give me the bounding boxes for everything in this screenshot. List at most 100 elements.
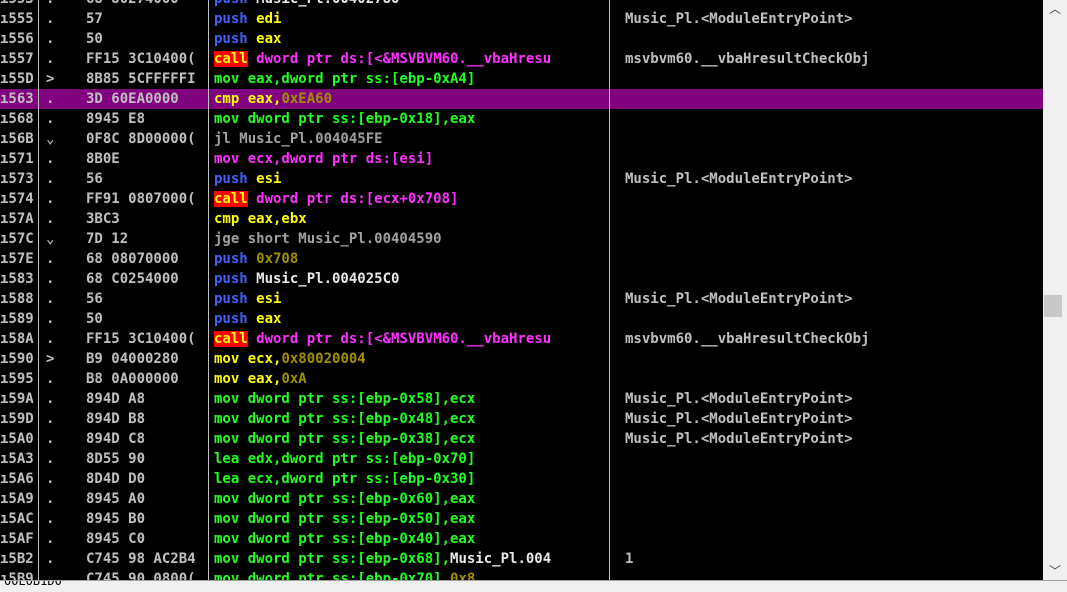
- instruction-row[interactable]: ı56B ⌄ 0F8C 8D00000(jl Music_Pl.004045FE: [0, 129, 1043, 149]
- column-divider: [609, 0, 610, 580]
- instruction-cell: mov dword ptr ss:[ebp-0x60],eax: [214, 489, 608, 509]
- instruction-cell: mov eax,0xA: [214, 369, 608, 389]
- scrollbar-thumb[interactable]: [1044, 295, 1062, 317]
- comment-cell: [625, 509, 1035, 529]
- instruction-cell: call dword ptr ds:[<&MSVBVM60.__vbaHresu: [214, 329, 608, 349]
- instruction-token: eax: [247, 31, 282, 47]
- address-cell: ı557: [0, 51, 34, 67]
- scroll-down-icon[interactable]: ﹀: [1043, 562, 1067, 580]
- instruction-row[interactable]: ı571. 8B0E mov ecx,dword ptr ds:[esi]: [0, 149, 1043, 169]
- instruction-row[interactable]: ı573. 56 push esi Music_Pl.<ModuleEntryPoin…: [0, 169, 1043, 189]
- opcode-bytes-cell: 68 C0254000: [86, 271, 179, 287]
- comment-cell: [625, 109, 1035, 129]
- instruction-row[interactable]: ı5A0. 894D C8 mov dword ptr ss:[ebp-0x38],…: [0, 429, 1043, 449]
- comment-cell: Music_Pl.<ModuleEntryPoint>: [625, 391, 853, 407]
- instruction-row[interactable]: ı55D >8B85 5CFFFFFI mov eax,dword ptr ss:[…: [0, 69, 1043, 89]
- address-cell: ı5A3: [0, 451, 34, 467]
- jump-marker: .: [46, 451, 55, 467]
- instruction-row[interactable]: ı595. B8 0A000000 mov eax,0xA: [0, 369, 1043, 389]
- comment-cell: [625, 489, 1035, 509]
- comment-cell: msvbvm60.__vbaHresultCheckObj: [625, 51, 870, 67]
- instruction-row[interactable]: ı59D. 894D B8 mov dword ptr ss:[ebp-0x48],…: [0, 409, 1043, 429]
- instruction-row[interactable]: ı553. 68 80274000 push Music_Pl.00402780: [0, 0, 1043, 9]
- instruction-row[interactable]: ı568. 8945 E8 mov dword ptr ss:[ebp-0x18],…: [0, 109, 1043, 129]
- instruction-row[interactable]: ı555. 57 push edi Music_Pl.<ModuleEntryPoin…: [0, 9, 1043, 29]
- instruction-cell: push 0x708: [214, 249, 608, 269]
- instruction-row[interactable]: ı57A. 3BC3 cmp eax,ebx: [0, 209, 1043, 229]
- instruction-row[interactable]: ı5B9. C745 90 0800(mov dword ptr ss:[ebp-…: [0, 569, 1043, 580]
- instruction-token: mov ecx,: [214, 351, 282, 367]
- comment-cell: msvbvm60.__vbaHresultCheckObj: [625, 331, 870, 347]
- jump-marker: .: [46, 171, 55, 187]
- instruction-cell: call dword ptr ds:[ecx+0x708]: [214, 189, 608, 209]
- instruction-row[interactable]: ı5AF. 8945 C0 mov dword ptr ss:[ebp-0x40],…: [0, 529, 1043, 549]
- comment-cell: Music_Pl.<ModuleEntryPoint>: [625, 171, 853, 187]
- jump-marker: .: [46, 491, 55, 507]
- opcode-bytes-cell: 894D B8: [86, 411, 146, 427]
- instruction-row[interactable]: ı5AC. 8945 B0 mov dword ptr ss:[ebp-0x50],…: [0, 509, 1043, 529]
- instruction-cell: mov dword ptr ss:[ebp-0x40],eax: [214, 529, 608, 549]
- comment-cell: [625, 229, 1035, 249]
- instruction-token: mov dword ptr ss:[ebp-0x50],eax: [214, 511, 476, 527]
- comment-cell: [625, 349, 1035, 369]
- opcode-bytes-cell: 8D4D D0: [86, 471, 146, 487]
- instruction-token: mov dword ptr ss:[ebp-0x58],ecx: [214, 391, 476, 407]
- instruction-row[interactable]: ı589. 50 push eax: [0, 309, 1043, 329]
- instruction-row[interactable]: ı574. FF91 0807000(call dword ptr ds:[ecx…: [0, 189, 1043, 209]
- address-cell: ı5AC: [0, 511, 34, 527]
- address-cell: ı59D: [0, 411, 34, 427]
- comment-cell: [625, 369, 1035, 389]
- jump-marker: >: [46, 71, 55, 87]
- instruction-token: push: [214, 251, 248, 267]
- instruction-row[interactable]: ı57E. 68 08070000 push 0x708: [0, 249, 1043, 269]
- opcode-bytes-cell: 8945 B0: [86, 511, 146, 527]
- instruction-token: mov dword ptr ss:[ebp-0x48],ecx: [214, 411, 476, 427]
- vertical-scrollbar[interactable]: ︿ ﹀: [1043, 0, 1067, 580]
- instruction-row[interactable]: ı57C ⌄ 7D 12 jge short Music_Pl.00404590: [0, 229, 1043, 249]
- instruction-token: call: [214, 191, 248, 207]
- instruction-row[interactable]: ı5A9. 8945 A0 mov dword ptr ss:[ebp-0x60],…: [0, 489, 1043, 509]
- instruction-row[interactable]: ı5A3. 8D55 90 lea edx,dword ptr ss:[ebp-0x…: [0, 449, 1043, 469]
- instruction-row[interactable]: ı588. 56 push esi Music_Pl.<ModuleEntryPoin…: [0, 289, 1043, 309]
- instruction-row[interactable]: ı556. 50 push eax: [0, 29, 1043, 49]
- address-cell: ı595: [0, 371, 34, 387]
- instruction-row[interactable]: ı5A6. 8D4D D0 lea ecx,dword ptr ss:[ebp-0x…: [0, 469, 1043, 489]
- instruction-token: push: [214, 271, 248, 287]
- instruction-token: eax: [247, 311, 282, 327]
- address-cell: ı5A6: [0, 471, 34, 487]
- opcode-bytes-cell: B9 04000280: [86, 351, 179, 367]
- instruction-token: push: [214, 291, 248, 307]
- address-cell: ı574: [0, 191, 34, 207]
- instruction-cell: cmp eax,ebx: [214, 209, 608, 229]
- jump-marker: ⌄: [46, 131, 55, 147]
- instruction-token: mov dword ptr ss:[ebp-0x68],: [214, 551, 451, 567]
- comment-cell: [625, 569, 1035, 580]
- instruction-row[interactable]: ı58A. FF15 3C10400(call dword ptr ds:[<&M…: [0, 329, 1043, 349]
- status-text: 00E0B1D0: [4, 580, 62, 588]
- address-cell: ı5A0: [0, 431, 34, 447]
- opcode-bytes-cell: B8 0A000000: [86, 371, 179, 387]
- instruction-token: lea edx,dword ptr ss:[ebp-0x70]: [214, 451, 476, 467]
- disassembly-view[interactable]: ı553.68 80274000push Music_Pl.00402780ı5…: [0, 0, 1043, 580]
- jump-marker: .: [46, 371, 55, 387]
- instruction-row[interactable]: ı5B2. C745 98 AC2B4 mov dword ptr ss:[ebp-…: [0, 549, 1043, 569]
- address-cell: ı58A: [0, 331, 34, 347]
- instruction-row[interactable]: ı583. 68 C0254000 push Music_Pl.004025C0: [0, 269, 1043, 289]
- instruction-token: mov ecx,dword ptr ds:[esi]: [214, 151, 434, 167]
- selected-instruction-row[interactable]: ı563. 3D 60EA0000 cmp eax,0xEA60: [0, 89, 1043, 109]
- instruction-row[interactable]: ı59A. 894D A8 mov dword ptr ss:[ebp-0x58],…: [0, 389, 1043, 409]
- instruction-token: mov dword ptr ss:[ebp-0x60],eax: [214, 491, 476, 507]
- scroll-up-icon[interactable]: ︿: [1043, 0, 1067, 18]
- opcode-bytes-cell: 894D C8: [86, 431, 146, 447]
- instruction-token: cmp eax,ebx: [214, 211, 307, 227]
- comment-cell: [625, 249, 1035, 269]
- instruction-row[interactable]: ı557. FF15 3C10400(call dword ptr ds:[<&M…: [0, 49, 1043, 69]
- instruction-token: mov dword ptr ss:[ebp-0x70],: [214, 571, 451, 580]
- instruction-cell: mov eax,dword ptr ss:[ebp-0xA4]: [214, 69, 608, 89]
- comment-cell: [625, 129, 1035, 149]
- opcode-bytes-cell: 50: [86, 31, 103, 47]
- instruction-cell: push Music_Pl.004025C0: [214, 269, 608, 289]
- comment-cell: Music_Pl.<ModuleEntryPoint>: [625, 411, 853, 427]
- comment-cell: [625, 29, 1035, 49]
- instruction-row[interactable]: ı590 > B9 04000280 mov ecx,0x80020004: [0, 349, 1043, 369]
